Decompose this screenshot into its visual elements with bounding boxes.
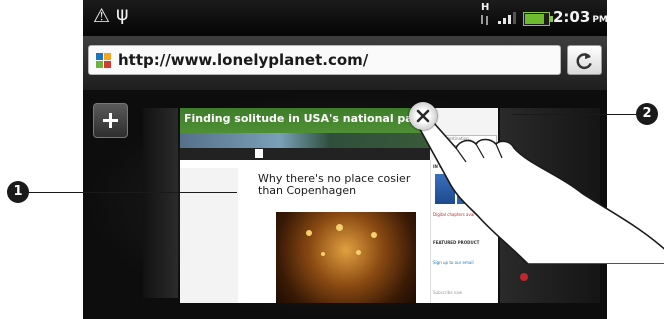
hand-illustration bbox=[413, 110, 664, 264]
refresh-icon bbox=[576, 52, 592, 70]
url-text: http://www.lonelyplanet.com/ bbox=[118, 51, 369, 69]
callout-marker-2: 2 bbox=[636, 103, 658, 125]
callout-leader-2 bbox=[512, 114, 636, 115]
close-icon bbox=[416, 109, 430, 123]
status-bar: ⚠ ψ H 2:03 PM bbox=[83, 0, 607, 36]
article-photo bbox=[276, 212, 416, 303]
clock: 2:03 PM bbox=[553, 8, 607, 26]
subscribe-link: Subscribe now bbox=[433, 290, 463, 295]
article-headline: Why there's no place cosier than Copenha… bbox=[258, 172, 411, 197]
site-favicon-icon bbox=[96, 53, 112, 69]
network-type: H bbox=[481, 2, 490, 13]
refresh-button[interactable] bbox=[567, 45, 602, 75]
callout-leader-1 bbox=[29, 192, 237, 193]
close-tab-button[interactable] bbox=[409, 102, 437, 130]
previous-tab-thumbnail[interactable] bbox=[143, 108, 178, 298]
battery-icon bbox=[523, 12, 553, 26]
article-sidebar bbox=[180, 168, 238, 303]
url-bar[interactable]: http://www.lonelyplanet.com/ bbox=[88, 45, 561, 75]
usb-icon: ψ bbox=[116, 3, 129, 25]
signal-icon bbox=[498, 12, 516, 24]
next-tab-badge bbox=[520, 273, 528, 281]
new-tab-button[interactable] bbox=[93, 103, 128, 138]
banner-pager bbox=[180, 148, 430, 160]
clock-time: 2:03 bbox=[553, 8, 591, 26]
site-banner: Finding solitude in USA's national parks bbox=[180, 108, 433, 150]
clock-ampm: PM bbox=[592, 15, 607, 25]
data-arrows-icon bbox=[481, 15, 490, 25]
callout-marker-1: 1 bbox=[7, 181, 29, 203]
banner-title: Finding solitude in USA's national parks bbox=[184, 112, 433, 125]
warning-icon: ⚠ bbox=[93, 5, 111, 27]
pager-active-dot bbox=[255, 149, 263, 158]
plus-icon bbox=[103, 113, 118, 128]
